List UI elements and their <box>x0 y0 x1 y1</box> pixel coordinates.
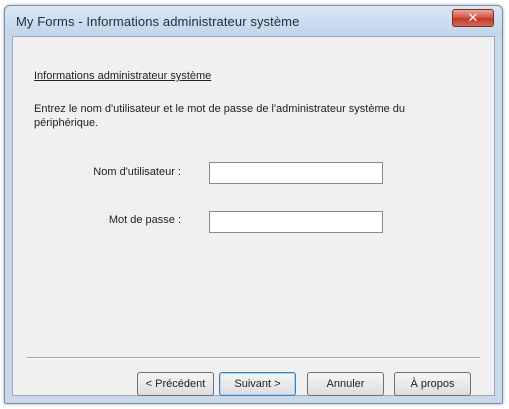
username-input[interactable] <box>209 162 383 184</box>
separator <box>27 357 480 359</box>
password-label: Mot de passe : <box>108 214 181 226</box>
close-icon: ✕ <box>467 10 479 26</box>
window-title: My Forms - Informations administrateur s… <box>16 14 300 29</box>
previous-button[interactable]: < Précédent <box>137 372 214 396</box>
about-button[interactable]: À propos <box>394 372 471 396</box>
password-input[interactable] <box>209 211 383 233</box>
cancel-button[interactable]: Annuler <box>307 372 384 396</box>
dialog-body: Informations administrateur système Entr… <box>12 36 495 396</box>
title-bar[interactable]: My Forms - Informations administrateur s… <box>5 6 502 36</box>
close-button[interactable]: ✕ <box>452 9 494 27</box>
dialog-window: My Forms - Informations administrateur s… <box>4 5 503 404</box>
username-label: Nom d'utilisateur : <box>93 166 181 178</box>
section-heading: Informations administrateur système <box>34 70 212 82</box>
instructions-text: Entrez le nom d'utilisateur et le mot de… <box>34 103 406 129</box>
next-button[interactable]: Suivant > <box>219 372 296 396</box>
